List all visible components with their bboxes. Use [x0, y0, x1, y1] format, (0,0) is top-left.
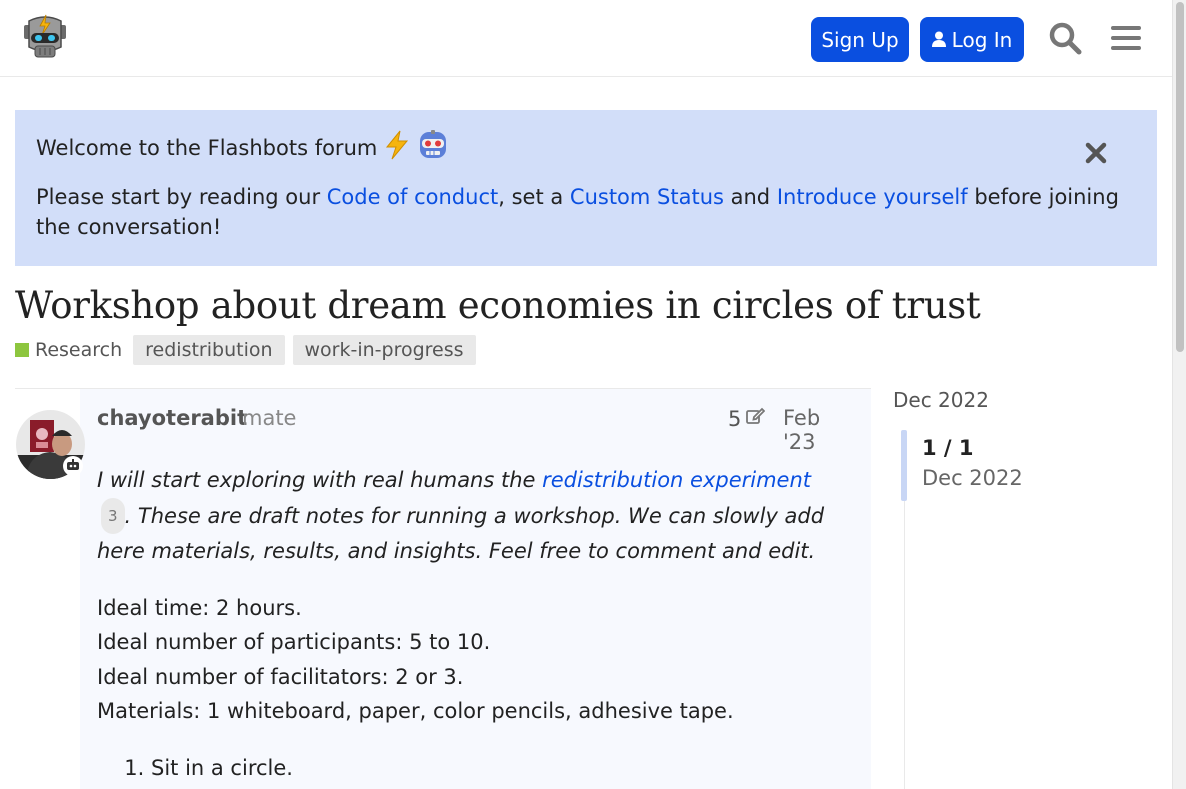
post-body: I will start exploring with real humans … — [97, 463, 837, 785]
detail-line: Ideal time: 2 hours. — [97, 595, 302, 620]
banner-body: Please start by reading our Code of cond… — [36, 182, 1126, 242]
robot-icon — [417, 130, 449, 165]
custom-status-link[interactable]: Custom Status — [570, 185, 724, 209]
banner-text: , set a — [498, 185, 570, 209]
sign-up-button[interactable]: Sign Up — [811, 17, 909, 62]
detail-line: Ideal number of participants: 5 to 10. — [97, 630, 491, 654]
banner-title-row: Welcome to the Flashbots forum — [36, 130, 449, 165]
introduce-yourself-link[interactable]: Introduce yourself — [777, 185, 968, 209]
timeline-post-count: 1 / 1 — [922, 436, 974, 460]
tag-redistribution[interactable]: redistribution — [133, 335, 285, 365]
topic-title[interactable]: Workshop about dream economies in circle… — [15, 284, 981, 327]
post-header: chayoterabit mate 5 Feb '23 — [97, 406, 855, 454]
steps-list: Sit in a circle. — [97, 751, 837, 786]
timeline-start-date[interactable]: Dec 2022 — [893, 388, 989, 412]
category-color-swatch — [15, 343, 29, 357]
close-icon[interactable] — [1085, 142, 1107, 164]
post-date[interactable]: Feb '23 — [783, 406, 855, 454]
step-item: Sit in a circle. — [151, 751, 837, 786]
edit-history-button[interactable]: 5 — [728, 406, 766, 431]
log-in-label: Log In — [951, 27, 1013, 52]
user-icon — [931, 28, 946, 52]
redistribution-experiment-link[interactable]: redistribution experiment — [542, 468, 811, 492]
search-icon[interactable] — [1047, 20, 1083, 56]
avatar[interactable] — [16, 410, 85, 479]
post-intro: I will start exploring with real humans … — [97, 463, 837, 569]
workshop-details: Ideal time: 2 hours. Ideal number of par… — [97, 591, 837, 729]
flashbots-robot-logo[interactable] — [22, 13, 68, 61]
category-label: Research — [35, 339, 123, 361]
topic-tags-row: Research redistribution work-in-progress — [15, 334, 476, 366]
banner-title: Welcome to the Flashbots forum — [36, 135, 378, 160]
banner-text: and — [723, 185, 777, 209]
link-click-count: 3 — [101, 497, 125, 534]
banner-text: Please start by reading our — [36, 185, 327, 209]
code-of-conduct-link[interactable]: Code of conduct — [327, 185, 498, 209]
tag-work-in-progress[interactable]: work-in-progress — [292, 335, 476, 365]
user-title: mate — [242, 406, 297, 430]
log-in-button[interactable]: Log In — [920, 17, 1024, 62]
username-link[interactable]: chayoterabit — [97, 406, 247, 430]
timeline-current-date: Dec 2022 — [922, 466, 1023, 490]
pencil-icon — [745, 406, 766, 431]
welcome-banner: Welcome to the Flashbots forum Please st… — [15, 110, 1157, 266]
edit-count: 5 — [728, 406, 742, 431]
intro-text: I will start exploring with real humans … — [97, 468, 543, 492]
category-badge[interactable]: Research — [15, 339, 122, 361]
hamburger-menu-icon[interactable] — [1108, 20, 1144, 56]
scrollbar-thumb[interactable] — [1176, 2, 1184, 352]
detail-line: Materials: 1 whiteboard, paper, color pe… — [97, 699, 734, 723]
lightning-icon — [383, 130, 411, 165]
timeline-scroller-handle[interactable] — [901, 430, 907, 501]
site-header: Sign Up Log In — [0, 0, 1172, 77]
intro-text: . These are draft notes for running a wo… — [97, 503, 825, 564]
page-scrollbar[interactable] — [1172, 0, 1186, 789]
detail-line: Ideal number of facilitators: 2 or 3. — [97, 664, 464, 689]
